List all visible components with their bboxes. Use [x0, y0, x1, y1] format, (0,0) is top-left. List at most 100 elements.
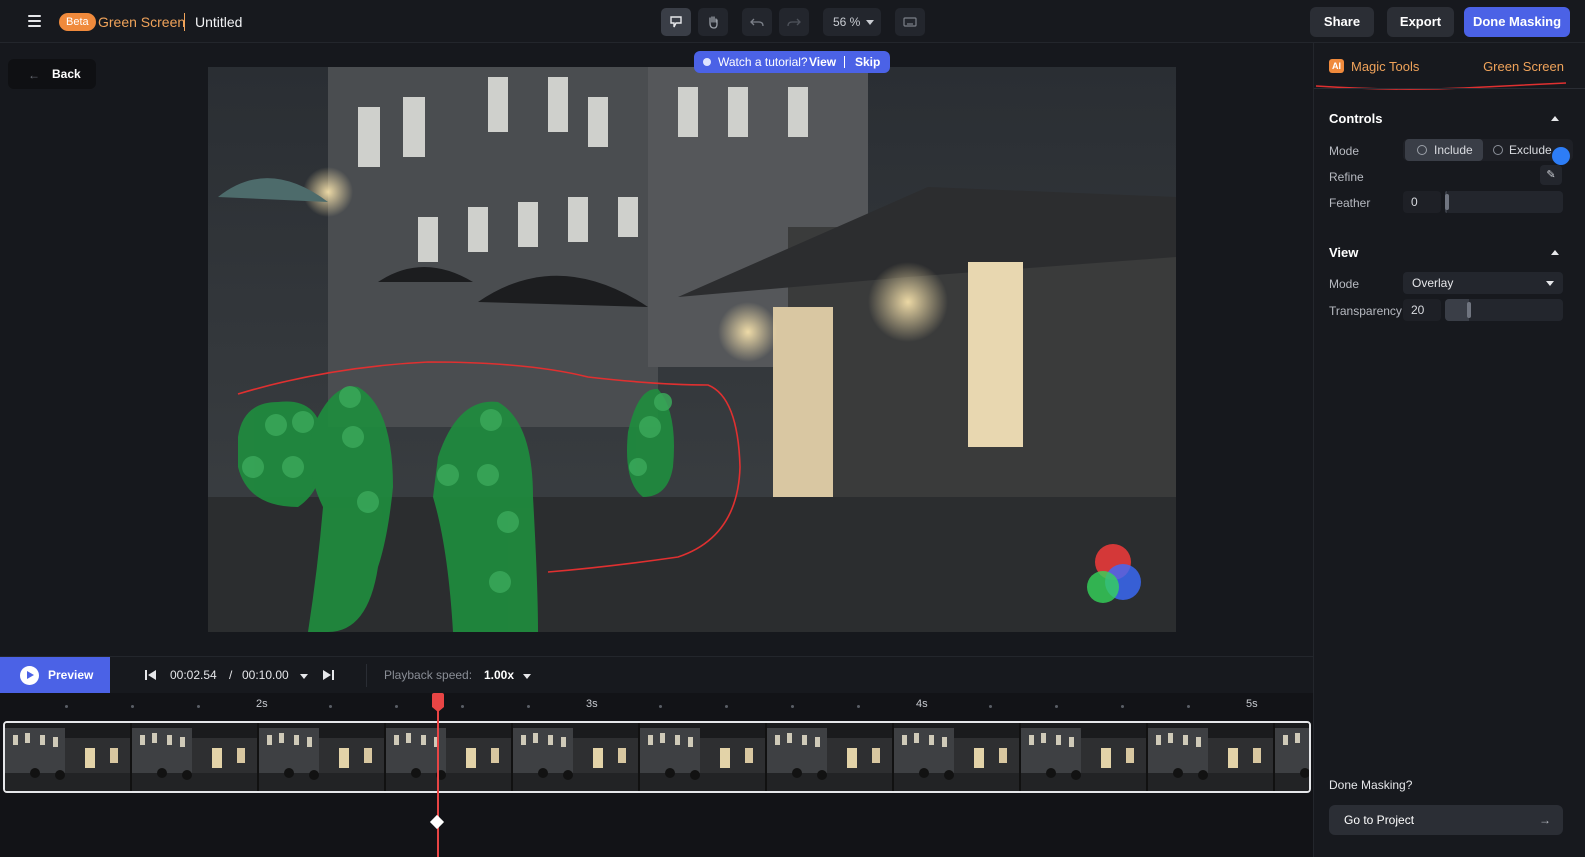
share-button[interactable]: Share: [1310, 7, 1374, 37]
ruler-tick: [1187, 705, 1190, 708]
tutorial-view-link[interactable]: View: [809, 55, 836, 69]
playback-bar: Preview 00:02.54 / 00:10.00 Playback spe…: [0, 656, 1313, 694]
ruler-label: 5s: [1246, 698, 1258, 710]
info-icon: [703, 58, 711, 66]
brush-tool-button[interactable]: [661, 8, 691, 36]
feather-slider-thumb[interactable]: [1445, 194, 1449, 210]
video-canvas[interactable]: [208, 67, 1176, 632]
ruler-tick: [857, 705, 860, 708]
playbar-divider: [366, 664, 367, 687]
ruler-tick: [791, 705, 794, 708]
transparency-input[interactable]: 20: [1403, 299, 1441, 321]
ruler-tick: [989, 705, 992, 708]
feather-label: Feather: [1329, 196, 1371, 210]
feather-input[interactable]: 0: [1403, 191, 1441, 213]
keyboard-icon: [903, 17, 917, 27]
chat-support-icon[interactable]: [1552, 147, 1570, 165]
ruler-tick: [461, 705, 464, 708]
keyframe-marker[interactable]: [429, 814, 445, 830]
feather-slider[interactable]: [1445, 191, 1563, 213]
preview-label: Preview: [48, 668, 94, 682]
playhead-handle[interactable]: [432, 693, 444, 712]
transparency-slider-fill: [1445, 299, 1469, 321]
ruler-tick: [659, 705, 662, 708]
timeline-ruler[interactable]: 2s 3s 4s 5s: [0, 693, 1313, 718]
redo-button[interactable]: [779, 8, 809, 36]
tab-green-screen[interactable]: Green Screen: [1483, 59, 1564, 74]
view-mode-select[interactable]: Overlay: [1403, 272, 1563, 294]
skip-forward-icon[interactable]: [321, 668, 335, 682]
back-button[interactable]: ← Back: [8, 59, 96, 89]
transparency-slider-thumb[interactable]: [1467, 302, 1471, 318]
hand-icon: [709, 16, 718, 29]
filmstrip-frame: [386, 723, 511, 791]
done-masking-button[interactable]: Done Masking: [1464, 7, 1570, 37]
back-label: Back: [52, 67, 81, 81]
document-title[interactable]: Untitled: [195, 14, 242, 30]
ruler-tick: [1055, 705, 1058, 708]
view-mode-label: Mode: [1329, 277, 1360, 291]
view-collapse-icon[interactable]: [1551, 250, 1559, 255]
chevron-down-icon: [866, 20, 874, 25]
ruler-label: 4s: [916, 698, 928, 710]
brush-icon: [670, 16, 682, 28]
filmstrip-frame: [5, 723, 130, 791]
ai-icon: AI: [1329, 59, 1344, 73]
tutorial-separator: [844, 56, 845, 68]
transparency-slider[interactable]: [1445, 299, 1563, 321]
current-time: 00:02.54: [170, 668, 217, 682]
skip-back-icon[interactable]: [144, 668, 158, 682]
zoom-dropdown[interactable]: 56 %: [823, 8, 881, 36]
filmstrip-frame: [259, 723, 384, 791]
app-title: Green Screen: [98, 14, 186, 30]
refine-pencil-button[interactable]: ✎: [1540, 165, 1562, 185]
ruler-label: 3s: [586, 698, 598, 710]
hamburger-menu-icon[interactable]: [24, 12, 46, 32]
mode-segmented-control: Include Exclude: [1403, 139, 1573, 161]
tutorial-banner: Watch a tutorial? View Skip: [694, 51, 890, 73]
ruler-tick: [197, 705, 200, 708]
play-icon: [20, 666, 39, 685]
ruler-tick: [725, 705, 728, 708]
mode-include-option[interactable]: Include: [1405, 139, 1483, 161]
zoom-value: 56 %: [833, 15, 861, 29]
mode-exclude-option[interactable]: Exclude: [1493, 139, 1552, 161]
controls-section-title: Controls: [1329, 111, 1383, 126]
chevron-down-icon[interactable]: [300, 674, 308, 679]
redo-icon: [787, 18, 801, 27]
right-panel: AI Magic Tools Green Screen Controls Mod…: [1313, 43, 1585, 857]
view-mode-value: Overlay: [1412, 276, 1454, 290]
filmstrip-frame: [1021, 723, 1146, 791]
time-separator: /: [229, 668, 233, 682]
hand-tool-button[interactable]: [698, 8, 728, 36]
timeline[interactable]: 2s 3s 4s 5s: [0, 693, 1313, 857]
filmstrip-frame: [1148, 723, 1273, 791]
ruler-tick: [395, 705, 398, 708]
undo-button[interactable]: [742, 8, 772, 36]
playback-speed-value[interactable]: 1.00x: [484, 668, 514, 682]
filmstrip-frame: [894, 723, 1019, 791]
ruler-tick: [527, 705, 530, 708]
ruler-tick: [65, 705, 68, 708]
filmstrip-frame: [767, 723, 892, 791]
tab-magic-tools[interactable]: Magic Tools: [1351, 59, 1419, 74]
tabs-divider: [1314, 88, 1585, 89]
controls-collapse-icon[interactable]: [1551, 116, 1559, 121]
playhead[interactable]: [437, 693, 439, 857]
ruler-tick: [131, 705, 134, 708]
total-time: 00:10.00: [242, 668, 289, 682]
playback-speed-label: Playback speed:: [384, 668, 473, 682]
top-bar: Beta Green Screen Untitled 56 % Share Ex…: [0, 0, 1585, 43]
arrow-left-icon: ←: [28, 68, 40, 82]
tutorial-text: Watch a tutorial?: [718, 55, 808, 69]
filmstrip[interactable]: [3, 721, 1311, 793]
export-button[interactable]: Export: [1387, 7, 1454, 37]
ruler-tick: [1121, 705, 1124, 708]
tutorial-skip-link[interactable]: Skip: [855, 55, 880, 69]
chevron-down-icon[interactable]: [523, 674, 531, 679]
preview-button[interactable]: Preview: [0, 657, 110, 694]
video-frame: [208, 67, 1176, 632]
filmstrip-frame: [1275, 723, 1309, 791]
keyboard-shortcuts-button[interactable]: [895, 8, 925, 36]
go-to-project-button[interactable]: Go to Project →: [1329, 805, 1563, 835]
